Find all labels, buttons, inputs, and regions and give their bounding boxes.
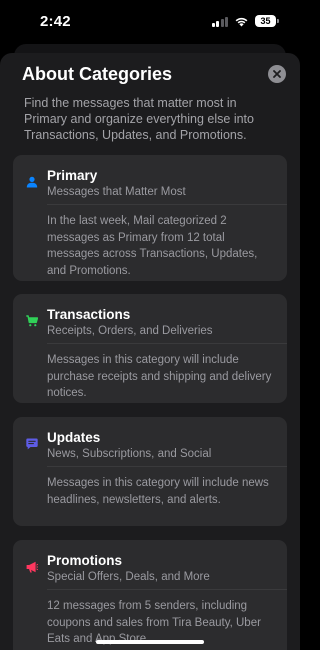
screen: 2:42 35 About Categories Find the messag… — [0, 0, 300, 650]
home-indicator[interactable] — [96, 640, 204, 644]
cart-icon — [26, 315, 38, 327]
status-time: 2:42 — [40, 13, 71, 30]
category-card-primary: Primary Messages that Matter Most In the… — [13, 155, 287, 281]
category-title: Primary — [47, 168, 98, 183]
close-icon — [273, 70, 281, 78]
category-subtitle: Messages that Matter Most — [47, 186, 186, 198]
category-subtitle: News, Subscriptions, and Social — [47, 448, 212, 460]
about-categories-sheet: About Categories Find the messages that … — [0, 53, 300, 650]
message-bubble-icon — [26, 438, 38, 450]
status-bar: 2:42 35 — [0, 0, 300, 44]
category-subtitle: Special Offers, Deals, and More — [47, 571, 210, 583]
person-icon — [26, 176, 38, 188]
category-description: Messages in this category will include n… — [47, 477, 269, 506]
category-title: Transactions — [47, 307, 131, 322]
cellular-signal-icon — [211, 16, 228, 27]
category-description: Messages in this category will include p… — [47, 354, 272, 399]
category-subtitle: Receipts, Orders, and Deliveries — [47, 325, 213, 337]
sheet-title: About Categories — [22, 64, 173, 84]
battery-icon: 35 — [255, 15, 279, 27]
card-divider — [47, 589, 287, 590]
category-card-transactions: Transactions Receipts, Orders, and Deliv… — [13, 294, 287, 403]
close-button[interactable] — [268, 65, 286, 83]
category-card-promotions: Promotions Special Offers, Deals, and Mo… — [13, 540, 287, 650]
category-card-updates: Updates News, Subscriptions, and Social … — [13, 417, 287, 526]
category-title: Promotions — [47, 553, 123, 568]
category-description: In the last week, Mail categorized 2 mes… — [47, 215, 258, 277]
card-divider — [47, 343, 287, 344]
status-icons: 35 — [211, 15, 279, 27]
card-divider — [47, 204, 287, 205]
category-title: Updates — [47, 430, 101, 445]
sheet-intro-text: Find the messages that matter most in Pr… — [24, 96, 254, 142]
wifi-icon — [235, 17, 248, 26]
card-divider — [47, 466, 287, 467]
megaphone-icon — [26, 561, 38, 573]
